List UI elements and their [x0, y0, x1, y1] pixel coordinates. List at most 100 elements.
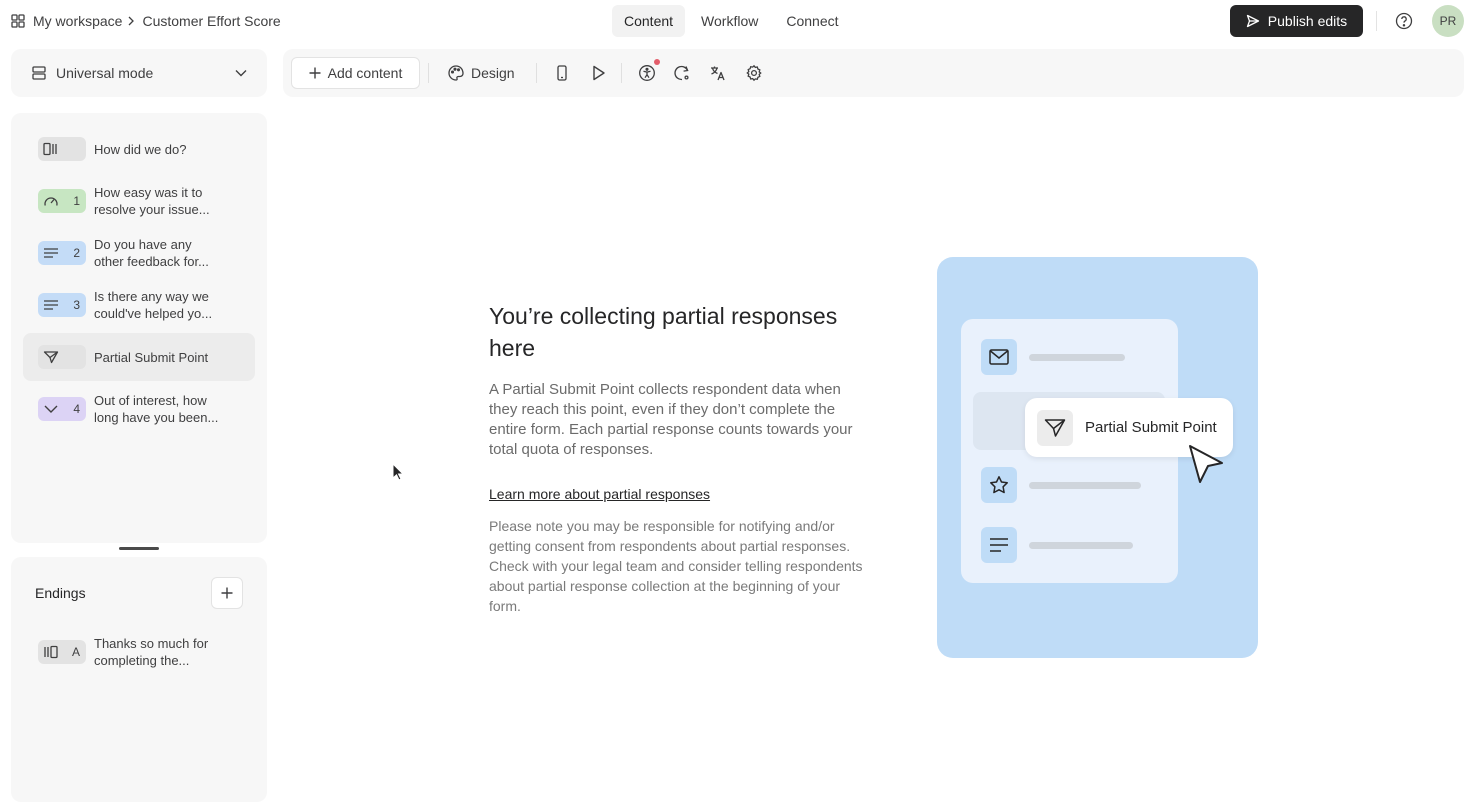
- divider: [621, 63, 622, 83]
- question-text: Do you have any other feedback for...: [94, 236, 224, 270]
- description-line: total quota of responses.: [489, 441, 654, 458]
- add-ending-button[interactable]: [211, 577, 243, 609]
- divider: [428, 63, 429, 83]
- title-line: You’re collecting partial responses: [489, 303, 838, 329]
- resize-handle[interactable]: [119, 547, 159, 550]
- list-item[interactable]: 4 Out of interest, how long have you bee…: [23, 385, 255, 433]
- question-text: Partial Submit Point: [94, 349, 224, 366]
- question-line: resolve your issue...: [94, 202, 210, 217]
- top-bar: My workspace Customer Effort Score Conte…: [0, 0, 1472, 42]
- endings-panel: Endings A Thanks so much for completing …: [11, 557, 267, 802]
- publish-edits-button[interactable]: Publish edits: [1230, 5, 1363, 37]
- question-badge: [38, 137, 86, 161]
- question-number: 4: [73, 402, 80, 416]
- question-badge: 1: [38, 189, 86, 213]
- note-line: Please note you may be responsible for n…: [489, 518, 835, 534]
- note-line: getting consent from respondents about p…: [489, 538, 851, 554]
- ending-text: Thanks so much for completing the...: [94, 635, 224, 669]
- tab-connect[interactable]: Connect: [774, 5, 850, 37]
- design-label: Design: [471, 65, 515, 81]
- note-line: form.: [489, 598, 521, 614]
- mail-icon: [981, 339, 1017, 375]
- question-text: How did we do?: [94, 141, 224, 158]
- mouse-pointer-icon: [392, 463, 404, 481]
- publish-edits-label: Publish edits: [1267, 13, 1348, 29]
- tab-workflow[interactable]: Workflow: [689, 5, 770, 37]
- palette-icon: [447, 64, 471, 82]
- description-line: entire form. Each partial response count…: [489, 421, 853, 438]
- divider: [536, 63, 537, 83]
- send-icon: [43, 350, 59, 364]
- tab-content[interactable]: Content: [612, 5, 686, 37]
- question-line: Is there any way we: [94, 289, 209, 304]
- question-badge: 3: [38, 293, 86, 317]
- text-lines-icon: [43, 246, 59, 260]
- list-item[interactable]: How did we do?: [23, 125, 255, 173]
- legal-note: Please note you may be responsible for n…: [489, 516, 889, 616]
- note-line: Check with your legal team and consider …: [489, 558, 863, 574]
- learn-more-link[interactable]: Learn more about partial responses: [489, 486, 710, 502]
- star-icon: [981, 467, 1017, 503]
- question-line: How did we do?: [94, 141, 187, 157]
- illustration-row: [981, 527, 1133, 563]
- breadcrumb-workspace[interactable]: My workspace: [33, 13, 122, 29]
- title-line: here: [489, 335, 536, 361]
- question-text: Is there any way we could've helped yo..…: [94, 288, 224, 322]
- description-line: they reach this point, even if they don’…: [489, 401, 836, 418]
- ending-letter: A: [71, 645, 80, 659]
- question-line: How easy was it to: [94, 185, 203, 200]
- list-item[interactable]: 2 Do you have any other feedback for...: [23, 229, 255, 277]
- play-icon[interactable]: [589, 64, 607, 82]
- question-text: How easy was it to resolve your issue...: [94, 184, 224, 218]
- popup-label: Partial Submit Point: [1085, 419, 1217, 436]
- ending-line: completing the...: [94, 653, 190, 668]
- add-content-button[interactable]: Add content: [291, 57, 420, 89]
- question-number: 2: [73, 246, 80, 260]
- question-badge: 2: [38, 241, 86, 265]
- send-icon: [1246, 14, 1268, 28]
- settings-icon[interactable]: [745, 64, 763, 82]
- question-number: 1: [73, 194, 80, 208]
- breadcrumb-form-title[interactable]: Customer Effort Score: [142, 13, 280, 29]
- description: A Partial Submit Point collects responde…: [489, 380, 889, 460]
- question-text: Out of interest, how long have you been.…: [94, 392, 224, 426]
- list-item[interactable]: 3 Is there any way we could've helped yo…: [23, 281, 255, 329]
- breadcrumb: My workspace Customer Effort Score: [11, 11, 281, 31]
- plus-icon: [309, 67, 328, 79]
- plus-icon: [221, 587, 233, 599]
- cursor-icon: [1186, 443, 1226, 487]
- layout-icon: [31, 65, 47, 81]
- ending-line: Thanks so much for: [94, 636, 209, 651]
- placeholder-line: [1029, 481, 1141, 489]
- ending-icon: [43, 645, 59, 659]
- page-title: You’re collecting partial responses here: [489, 300, 889, 364]
- editor-toolbar: Add content Design: [283, 49, 1464, 97]
- divider: [1376, 11, 1377, 31]
- text-lines-icon: [981, 527, 1017, 563]
- logic-icon[interactable]: [673, 64, 691, 82]
- statement-icon: [43, 142, 59, 156]
- main-tabs: Content Workflow Connect: [612, 5, 855, 37]
- phone-preview-icon[interactable]: [553, 64, 571, 82]
- notification-dot: [654, 59, 660, 65]
- design-button[interactable]: Design: [447, 64, 515, 82]
- partial-submit-illustration: Partial Submit Point: [937, 257, 1258, 658]
- endings-title: Endings: [35, 585, 86, 601]
- chevron-right-icon: [128, 16, 135, 26]
- mode-selector[interactable]: Universal mode: [11, 49, 267, 97]
- illustration-row: [981, 467, 1141, 503]
- question-badge: [38, 345, 86, 369]
- list-item[interactable]: A Thanks so much for completing the...: [23, 628, 255, 676]
- accessibility-icon[interactable]: [638, 64, 656, 82]
- list-item[interactable]: 1 How easy was it to resolve your issue.…: [23, 177, 255, 225]
- mode-label: Universal mode: [56, 65, 154, 81]
- send-icon: [1037, 409, 1073, 446]
- help-icon[interactable]: [1394, 11, 1414, 31]
- note-line: about partial response collection at the…: [489, 578, 841, 594]
- chevron-down-icon: [43, 402, 59, 416]
- translate-icon[interactable]: [709, 64, 727, 82]
- list-item[interactable]: Partial Submit Point: [23, 333, 255, 381]
- apps-grid-icon[interactable]: [11, 14, 25, 28]
- question-line: other feedback for...: [94, 254, 209, 269]
- avatar[interactable]: PR: [1432, 5, 1464, 37]
